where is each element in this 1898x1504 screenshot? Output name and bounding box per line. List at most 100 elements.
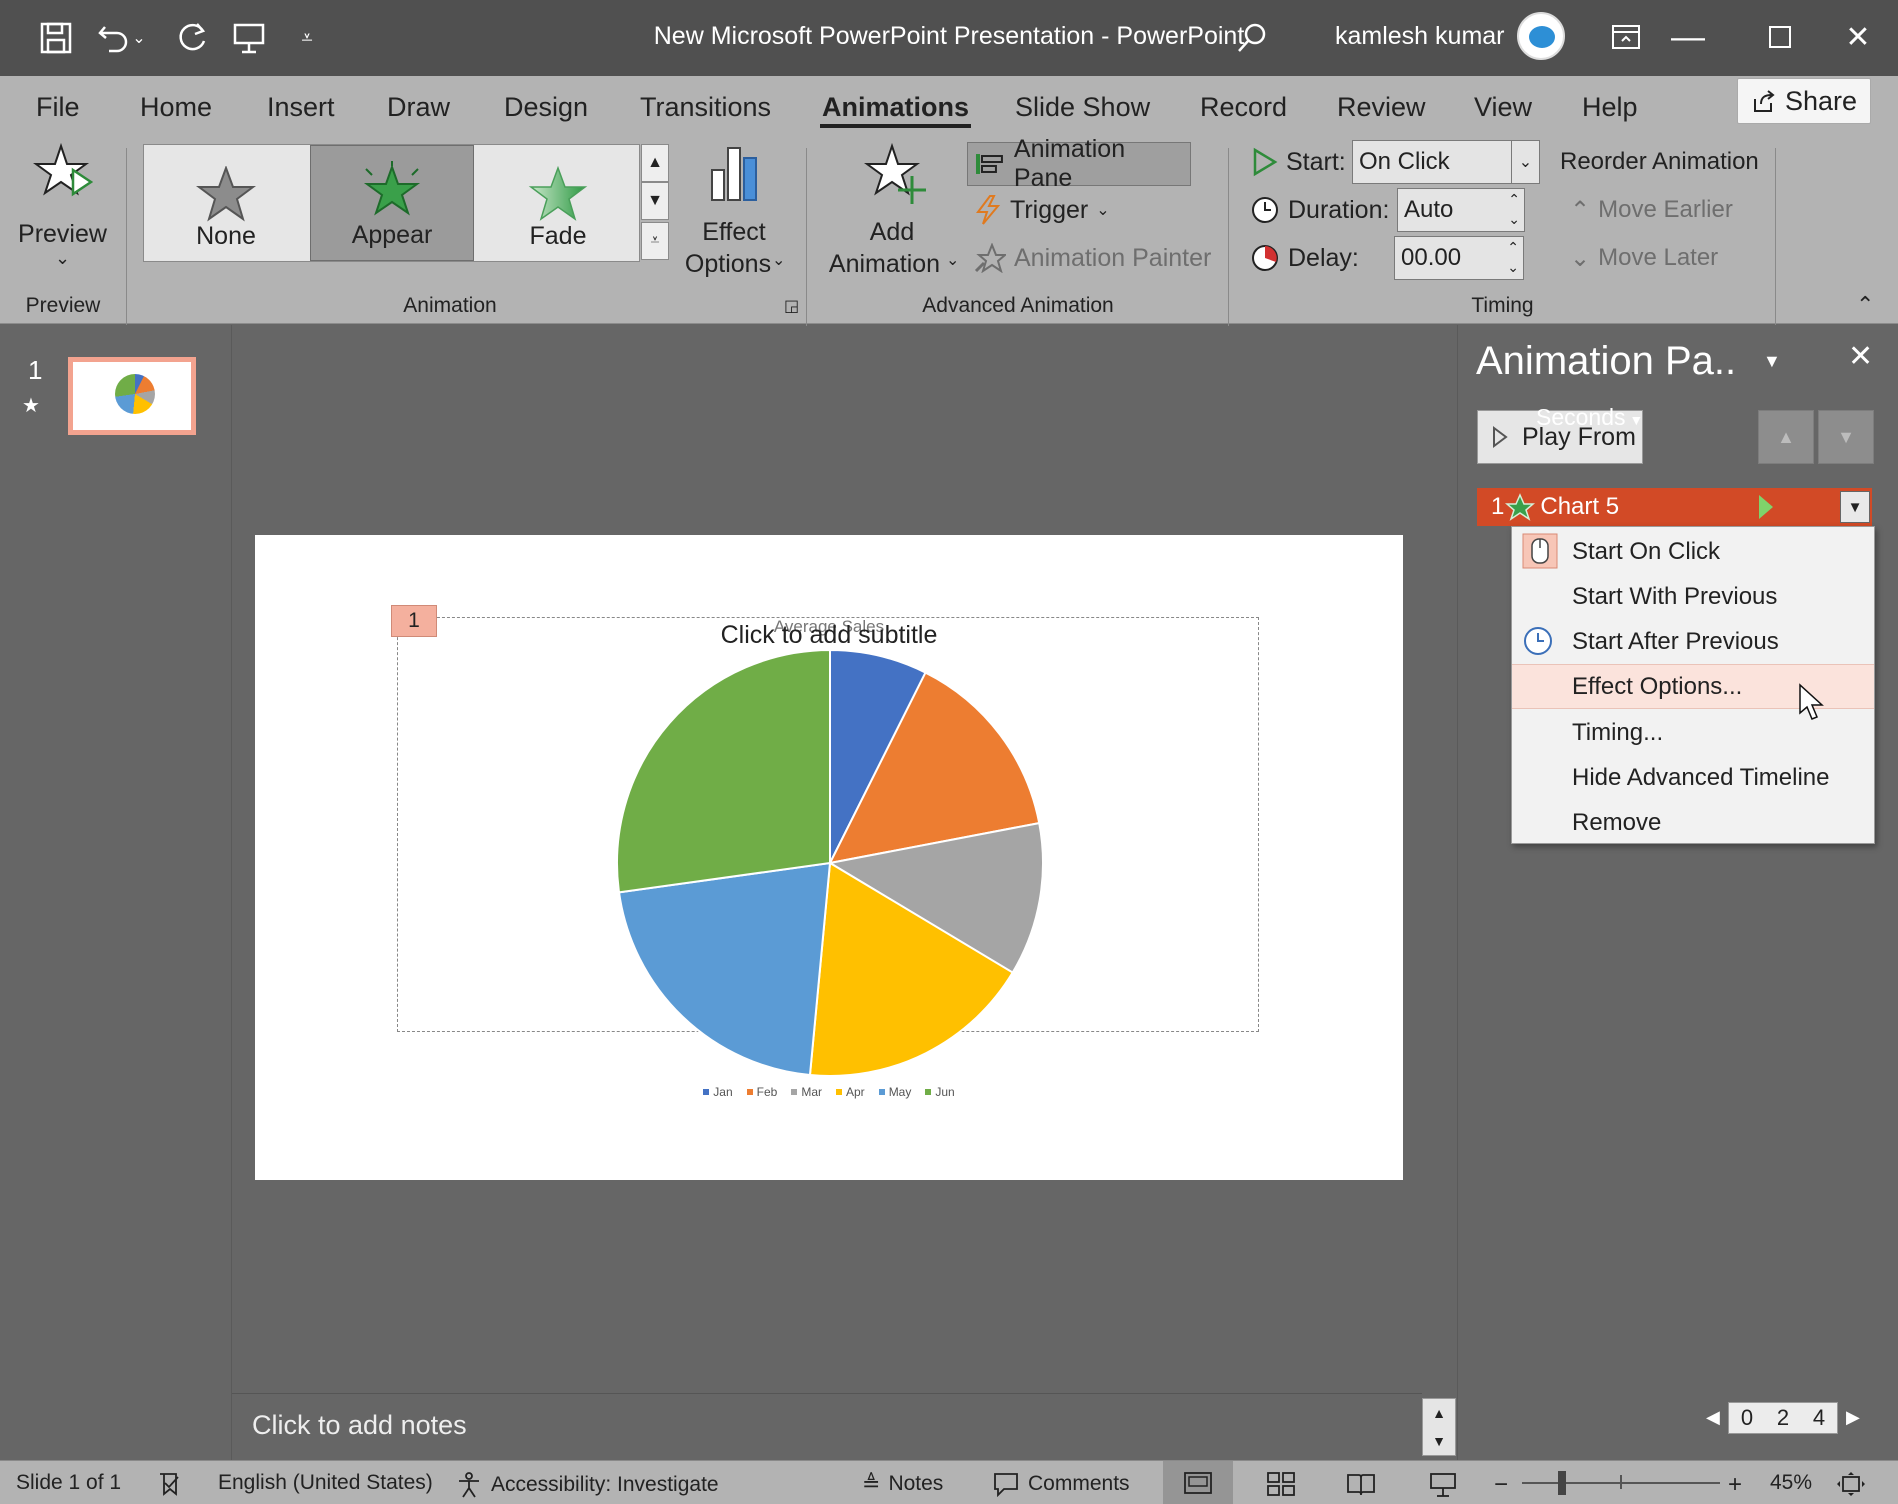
notes-placeholder[interactable]: Click to add notes (252, 1410, 467, 1441)
tab-file[interactable]: File (34, 86, 82, 128)
menu-item-label: Start On Click (1572, 537, 1721, 565)
add-animation-button[interactable]: Add Animation ⌄ (822, 142, 962, 282)
language-indicator[interactable]: English (United States) (218, 1471, 433, 1495)
gallery-label: Appear (351, 221, 433, 249)
ribbon-display-icon[interactable] (1598, 12, 1654, 62)
seconds-dropdown[interactable]: Seconds ▼ (1536, 404, 1643, 431)
normal-view-button[interactable] (1163, 1461, 1233, 1504)
slideshow-view-icon[interactable] (1428, 1471, 1458, 1499)
tab-insert[interactable]: Insert (265, 86, 337, 128)
pie-slice-jun[interactable] (616, 648, 831, 894)
notes-scrollbar[interactable]: ▲ ▼ (1422, 1398, 1456, 1456)
animation-list-item[interactable]: 1 Chart 5 ▼ (1477, 488, 1872, 526)
slide-sorter-icon[interactable] (1266, 1471, 1296, 1497)
duration-spinner[interactable]: Auto ⌃ ⌄ (1397, 188, 1525, 232)
spelling-icon[interactable] (156, 1471, 184, 1497)
slide-thumbnail-1[interactable] (68, 357, 196, 435)
gallery-scroll-down[interactable]: ▼ (641, 182, 669, 220)
gallery-scroll-up[interactable]: ▲ (641, 144, 669, 182)
move-up-button[interactable]: ▲ (1758, 410, 1814, 464)
effect-options-button[interactable]: Effect Options ⌄ (678, 142, 790, 282)
start-select[interactable]: On Click ⌄ (1352, 140, 1540, 184)
menu-item-start-on-click[interactable]: Start On Click (1512, 529, 1874, 574)
dialog-launcher-icon[interactable]: ◲ (784, 296, 799, 316)
tab-record[interactable]: Record (1198, 86, 1289, 128)
close-icon[interactable]: ✕ (1830, 12, 1886, 62)
animation-item-dropdown[interactable]: ▼ (1840, 491, 1870, 523)
thumbnail-pie (115, 374, 155, 414)
menu-item-hide-advanced-timeline[interactable]: Hide Advanced Timeline (1512, 755, 1874, 800)
pie-chart[interactable] (615, 648, 1045, 1078)
chevron-down-icon[interactable]: ⌄ (1511, 141, 1539, 183)
search-icon[interactable] (1228, 14, 1276, 62)
user-name[interactable]: kamlesh kumar (1335, 22, 1505, 51)
chevron-down-icon: ⌄ (55, 248, 71, 268)
timeline-scale: 0 2 4 (1728, 1402, 1838, 1434)
zoom-in-icon[interactable]: + (1728, 1471, 1742, 1499)
zoom-slider-thumb[interactable] (1558, 1471, 1566, 1495)
pane-close-icon[interactable]: ✕ (1848, 339, 1873, 374)
pane-title: Animation Pa.. (1476, 339, 1737, 383)
slide-canvas[interactable]: Average Sales Click to add subtitle 1 Ja… (255, 535, 1403, 1180)
tab-home[interactable]: Home (138, 86, 214, 128)
move-down-button[interactable]: ▼ (1818, 410, 1874, 464)
zoom-out-icon[interactable]: − (1494, 1471, 1508, 1499)
notes-pane[interactable]: Click to add notes (232, 1393, 1422, 1458)
pane-options-icon[interactable]: ▼ (1763, 351, 1781, 372)
share-button[interactable]: Share (1737, 78, 1871, 124)
animation-item-index: 1 (1491, 493, 1505, 520)
notes-toggle[interactable]: ≜ Notes (862, 1471, 943, 1497)
timeline-left-icon[interactable]: ◀ (1706, 1407, 1720, 1428)
move-later-button[interactable]: ⌄ Move Later (1570, 238, 1718, 278)
animation-order-tag[interactable]: 1 (391, 605, 437, 637)
delay-spinner[interactable]: 00.00 ⌃ ⌄ (1394, 236, 1524, 280)
star-fade-icon (528, 166, 588, 221)
tab-draw[interactable]: Draw (385, 86, 452, 128)
animation-painter-button[interactable]: Animation Painter (974, 238, 1211, 278)
gallery-item-fade[interactable]: Fade (476, 145, 640, 261)
menu-item-label: Remove (1572, 808, 1662, 836)
tab-help[interactable]: Help (1580, 86, 1640, 128)
collapse-ribbon-icon[interactable]: ⌃ (1856, 292, 1874, 318)
comment-icon (994, 1473, 1018, 1497)
gallery-item-none[interactable]: None (144, 145, 308, 261)
menu-item-label: Hide Advanced Timeline (1572, 763, 1830, 791)
tab-view[interactable]: View (1472, 86, 1534, 128)
comments-toggle[interactable]: Comments (992, 1471, 1130, 1497)
spinner-arrows-icon[interactable]: ⌃ ⌄ (1507, 237, 1519, 277)
animation-pane-button[interactable]: Animation Pane (967, 135, 1191, 192)
slide-counter[interactable]: Slide 1 of 1 (16, 1471, 121, 1495)
move-earlier-button[interactable]: ⌃ Move Earlier (1570, 190, 1733, 230)
avatar[interactable] (1517, 12, 1565, 60)
spinner-arrows-icon[interactable]: ⌃ ⌄ (1508, 189, 1520, 229)
delay-value: 00.00 (1401, 244, 1462, 271)
minimize-icon[interactable]: — (1660, 12, 1716, 62)
gallery-item-appear[interactable]: Appear (310, 145, 474, 261)
tab-animations[interactable]: Animations (820, 86, 972, 128)
pie-slice-may[interactable] (617, 861, 832, 1077)
accessibility-icon (459, 1472, 479, 1498)
accessibility-button[interactable]: Accessibility: Investigate (455, 1471, 719, 1499)
slide-thumbnails: 1 ★ (0, 325, 232, 1460)
menu-item-timing[interactable]: Timing... (1512, 710, 1874, 755)
timeline-right-icon[interactable]: ▶ (1846, 1407, 1860, 1428)
gallery-more[interactable]: ⩡ (641, 222, 669, 260)
menu-item-effect-options[interactable]: Effect Options... (1512, 664, 1874, 720)
trigger-button[interactable]: Trigger ⌄ (974, 190, 1110, 230)
maximize-icon[interactable] (1752, 12, 1808, 62)
tab-review[interactable]: Review (1335, 86, 1428, 128)
delay-clock-icon (1252, 245, 1278, 271)
animation-painter-label: Animation Painter (1014, 243, 1212, 272)
tab-slide-show[interactable]: Slide Show (1013, 86, 1152, 128)
menu-item-start-after-previous[interactable]: Start After Previous (1512, 619, 1874, 664)
tab-design[interactable]: Design (502, 86, 590, 128)
menu-item-remove[interactable]: Remove (1512, 800, 1874, 845)
duration-label: Duration: (1288, 195, 1390, 224)
zoom-level[interactable]: 45% (1770, 1471, 1812, 1495)
fit-slide-icon[interactable] (1836, 1471, 1866, 1497)
effect-options-label-1: Effect (702, 218, 766, 246)
reading-view-icon[interactable] (1346, 1471, 1376, 1497)
menu-item-start-with-previous[interactable]: Start With Previous (1512, 574, 1874, 619)
tab-transitions[interactable]: Transitions (638, 86, 773, 128)
preview-button[interactable]: Preview ⌄ (15, 142, 110, 272)
